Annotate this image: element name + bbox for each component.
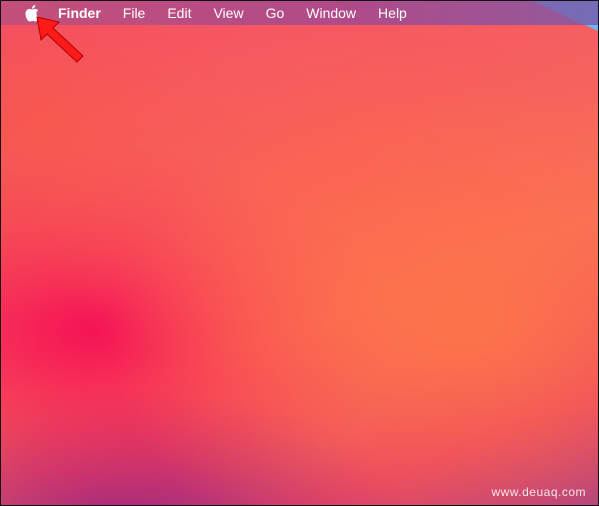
menu-go[interactable]: Go [255,1,296,25]
menu-help[interactable]: Help [367,1,418,25]
menu-view[interactable]: View [202,1,254,25]
red-arrow-icon [36,16,84,63]
desktop-screenshot: Finder File Edit View Go Window Help www… [0,0,599,506]
menu-file[interactable]: File [112,1,157,25]
menu-bar: Finder File Edit View Go Window Help [1,1,598,25]
menu-window[interactable]: Window [295,1,367,25]
menu-edit[interactable]: Edit [156,1,202,25]
watermark: www.deuaq.com [491,485,586,499]
